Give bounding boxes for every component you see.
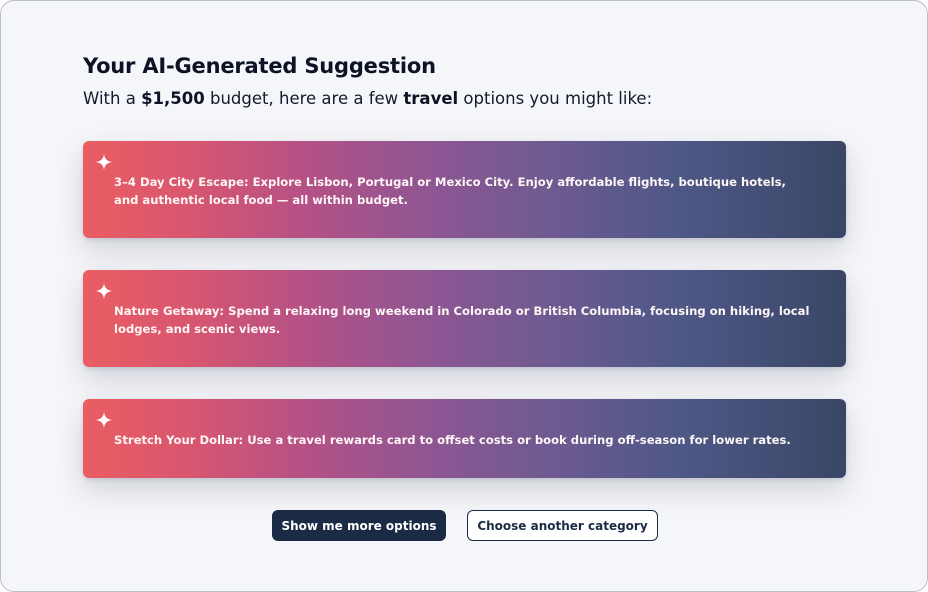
category-name: travel	[403, 89, 459, 108]
choose-another-category-button[interactable]: Choose another category	[467, 510, 658, 541]
budget-amount: $1,500	[141, 89, 205, 108]
sparkle-icon	[96, 283, 112, 299]
suggestion-text: Stretch Your Dollar: Use a travel reward…	[114, 433, 791, 447]
page-title: Your AI-Generated Suggestion	[83, 54, 436, 78]
suggestion-card-stretch-dollar: Stretch Your Dollar: Use a travel reward…	[83, 399, 846, 478]
subtitle-suffix: options you might like:	[458, 89, 653, 108]
sparkle-icon	[96, 154, 112, 170]
subtitle-middle: budget, here are a few	[204, 89, 404, 108]
suggestion-card-city-escape: 3–4 Day City Escape: Explore Lisbon, Por…	[83, 141, 846, 238]
page-subtitle: With a $1,500 budget, here are a few tra…	[83, 89, 652, 108]
sparkle-icon	[96, 412, 112, 428]
subtitle-prefix: With a	[83, 89, 142, 108]
suggestion-text: 3–4 Day City Escape: Explore Lisbon, Por…	[114, 175, 786, 207]
show-more-options-button[interactable]: Show me more options	[272, 510, 446, 541]
suggestion-text: Nature Getaway: Spend a relaxing long we…	[114, 304, 810, 336]
suggestion-card-nature-getaway: Nature Getaway: Spend a relaxing long we…	[83, 270, 846, 367]
suggestion-panel: Your AI-Generated Suggestion With a $1,5…	[0, 0, 928, 592]
